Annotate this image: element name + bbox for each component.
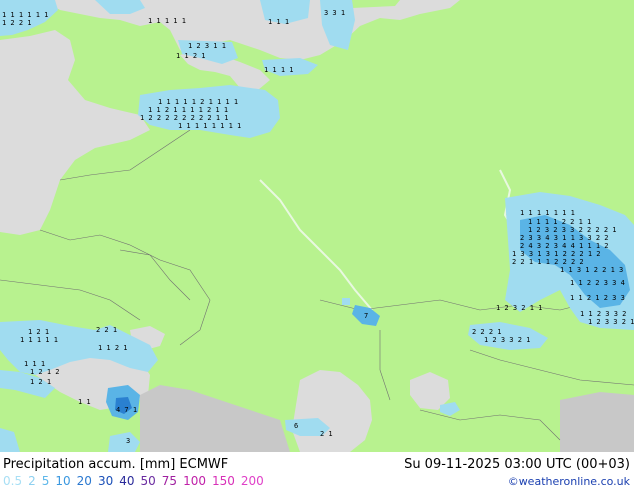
value-label: 1 1 1 1 1 bbox=[148, 17, 186, 25]
legend-item: 10 bbox=[55, 474, 71, 488]
value-label: 1 1 1 1 1 2 1 1 1 1 bbox=[158, 98, 238, 106]
value-label: 1 2 2 2 2 2 2 2 2 1 1 bbox=[140, 114, 229, 122]
value-label: 1 2 3 1 1 bbox=[188, 42, 226, 50]
outside-domain-southeast bbox=[560, 392, 634, 452]
value-label: 2 3 3 4 3 1 1 3 3 2 2 bbox=[520, 234, 609, 242]
map-title: Precipitation accum. [mm] ECMWF bbox=[3, 457, 229, 472]
value-label: 1 2 2 1 bbox=[2, 19, 32, 27]
value-label: 4 7 1 bbox=[116, 406, 137, 414]
value-label: 1 1 3 1 2 2 1 3 bbox=[560, 266, 623, 274]
legend-item: 0.5 bbox=[3, 474, 23, 488]
value-label: 7 bbox=[364, 312, 368, 320]
legend-item: 75 bbox=[161, 474, 178, 488]
legend-item: 50 bbox=[140, 474, 156, 488]
legend-item: 20 bbox=[76, 474, 92, 488]
value-label: 1 2 3 3 2 1 bbox=[484, 336, 530, 344]
value-label: 1 1 2 1 bbox=[98, 344, 128, 352]
value-label: 1 1 2 2 3 3 4 bbox=[570, 279, 625, 287]
credit-link[interactable]: ©weatheronline.co.uk bbox=[508, 475, 630, 488]
color-legend: 0.5 2 5 10 20 30 40 50 75 100 150 200 bbox=[3, 474, 270, 488]
legend-item: 2 bbox=[28, 474, 36, 488]
value-label: 1 3 3 1 3 1 2 2 2 1 2 bbox=[512, 250, 601, 258]
value-label: 1 2 3 2 3 3 2 2 2 2 1 bbox=[528, 226, 617, 234]
value-label: 1 1 2 1 bbox=[176, 52, 206, 60]
precipitation-map[interactable]: 1 1 1 1 1 1 1 2 2 1 1 1 1 1 1 1 1 1 3 3 … bbox=[0, 0, 634, 452]
map-footer: Precipitation accum. [mm] ECMWF Su 09-11… bbox=[0, 452, 634, 490]
value-label: 1 1 1 bbox=[24, 360, 45, 368]
value-label: 1 1 1 1 bbox=[264, 66, 294, 74]
value-label: 1 1 2 3 3 2 bbox=[580, 310, 626, 318]
value-label: 2 2 1 1 1 2 2 2 2 bbox=[512, 258, 584, 266]
value-label: 3 bbox=[126, 437, 130, 445]
value-label: 1 2 3 2 1 1 bbox=[496, 304, 542, 312]
value-label: 1 1 2 1 2 3 3 bbox=[570, 294, 625, 302]
value-label: 1 2 1 2 bbox=[30, 368, 60, 376]
legend-item: 200 bbox=[240, 474, 264, 488]
value-label: 1 2 1 bbox=[28, 328, 49, 336]
legend-item: 5 bbox=[41, 474, 50, 488]
value-label: 1 1 2 1 1 1 1 2 1 1 bbox=[148, 106, 228, 114]
value-label: 3 3 1 bbox=[324, 9, 345, 17]
legend-item: 40 bbox=[119, 474, 135, 488]
value-label: 1 2 1 bbox=[30, 378, 51, 386]
valid-time: Su 09-11-2025 03:00 UTC (00+03) bbox=[404, 457, 630, 472]
value-label: 1 1 bbox=[78, 398, 91, 406]
value-label: 1 1 1 1 1 1 1 1 bbox=[178, 122, 241, 130]
value-label: 1 1 1 1 2 2 1 1 bbox=[528, 218, 591, 226]
value-label: 2 4 3 2 3 4 4 1 1 1 2 bbox=[520, 242, 609, 250]
legend-item: 30 bbox=[97, 474, 114, 488]
legend-item: 150 bbox=[211, 474, 235, 488]
value-label: 1 1 1 bbox=[268, 18, 289, 26]
legend-item: 100 bbox=[183, 474, 206, 488]
value-label: 2 2 1 bbox=[96, 326, 117, 334]
value-label: 1 1 1 1 1 1 bbox=[2, 11, 48, 19]
value-label: 1 2 3 3 2 1 bbox=[588, 318, 634, 326]
value-label: 1 1 1 1 1 1 1 bbox=[520, 209, 575, 217]
value-label: 6 bbox=[294, 422, 298, 430]
value-label: 2 1 bbox=[320, 430, 333, 438]
value-label: 2 2 2 1 bbox=[472, 328, 502, 336]
value-label: 1 1 1 1 1 bbox=[20, 336, 58, 344]
